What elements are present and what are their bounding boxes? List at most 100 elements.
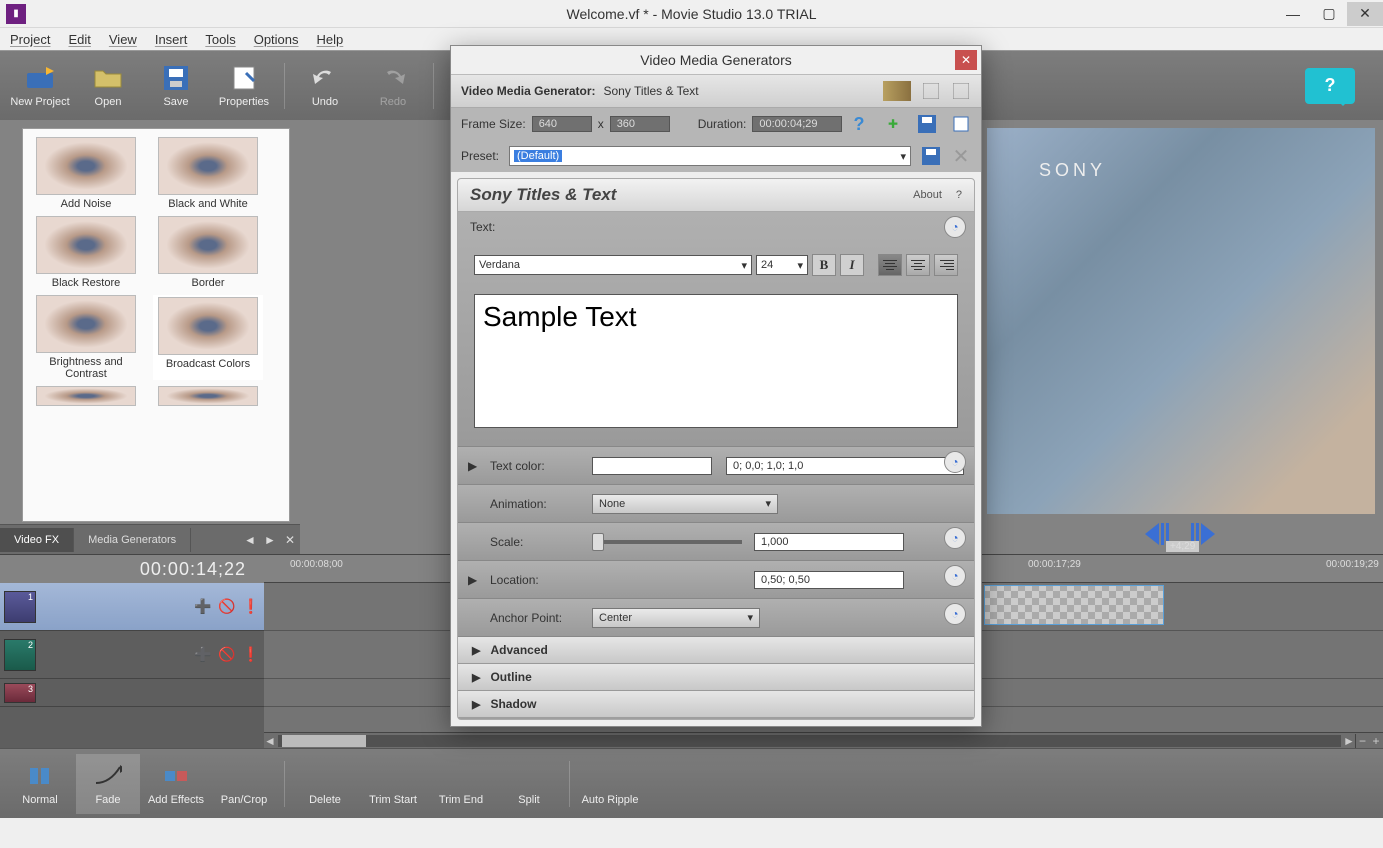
tab-left-arrow[interactable]: ◄ <box>240 526 260 554</box>
save-preset-button[interactable] <box>921 146 941 166</box>
dialog-close-button[interactable]: ✕ <box>955 50 977 70</box>
chain-icon-1[interactable] <box>883 81 911 101</box>
align-left-button[interactable] <box>878 254 902 276</box>
tab-right-arrow[interactable]: ► <box>260 526 280 554</box>
fx-item-bw[interactable]: Black and White <box>153 137 263 210</box>
color-value[interactable]: 0; 0,0; 1,0; 1,0 <box>726 457 964 475</box>
trim-end-button[interactable]: Trim End <box>429 754 493 814</box>
panel-close-icon[interactable]: ✕ <box>280 526 300 554</box>
save-button[interactable]: Save <box>144 56 208 116</box>
track-thumb: 2 <box>4 639 36 671</box>
fx-item-partial[interactable] <box>31 386 141 406</box>
match-icon[interactable] <box>951 114 971 134</box>
anchor-dropdown[interactable]: Center▾ <box>592 608 760 628</box>
menu-help[interactable]: Help <box>317 32 344 47</box>
track-mute-icon[interactable]: ❗ <box>242 646 260 664</box>
minimize-button[interactable]: — <box>1275 2 1311 26</box>
fx-item-border[interactable]: Border <box>153 216 263 289</box>
replace-icon[interactable]: ✚ <box>883 114 903 134</box>
menu-insert[interactable]: Insert <box>155 32 188 47</box>
frame-width-input[interactable] <box>532 116 592 132</box>
slider-knob[interactable] <box>592 533 604 551</box>
dialog-titlebar[interactable]: Video Media Generators ✕ <box>451 46 981 74</box>
track-header-3[interactable]: 3 <box>0 679 264 707</box>
duration-input[interactable] <box>752 116 842 132</box>
text-input[interactable]: Sample Text <box>474 294 958 428</box>
fx-item-broadcast[interactable]: Broadcast Colors <box>153 295 263 380</box>
pan-crop-button[interactable]: Pan/Crop <box>212 754 276 814</box>
keyframe-button[interactable]: ◔ <box>944 527 966 549</box>
delete-button[interactable]: Delete <box>293 754 357 814</box>
menu-edit[interactable]: Edit <box>68 32 90 47</box>
timeline-clip[interactable] <box>984 585 1164 625</box>
frame-height-input[interactable] <box>610 116 670 132</box>
preset-dropdown[interactable]: (Default) ▾ <box>509 146 911 166</box>
fx-item-add-noise[interactable]: Add Noise <box>31 137 141 210</box>
about-link[interactable]: About <box>913 189 942 201</box>
align-center-button[interactable] <box>906 254 930 276</box>
italic-button[interactable]: I <box>840 254 864 276</box>
scrollbar-thumb[interactable] <box>282 735 366 747</box>
scale-slider[interactable] <box>592 540 742 544</box>
new-project-button[interactable]: New Project <box>8 56 72 116</box>
keyframe-button[interactable]: ◔ <box>944 451 966 473</box>
split-button[interactable]: Split <box>497 754 561 814</box>
track-header-1[interactable]: 1 ➕ 🚫 ❗ <box>0 583 264 631</box>
align-right-button[interactable] <box>934 254 958 276</box>
open-button[interactable]: Open <box>76 56 140 116</box>
track-bypass-icon[interactable]: 🚫 <box>218 598 236 616</box>
properties-icon <box>230 64 258 92</box>
text-color-label: Text color: <box>490 459 580 473</box>
expand-arrow-icon[interactable]: ▶ <box>468 573 478 587</box>
expander-shadow[interactable]: ▶Shadow <box>458 691 974 717</box>
fx-item-brightness[interactable]: Brightness and Contrast <box>31 295 141 380</box>
tab-media-generators[interactable]: Media Generators <box>74 528 191 552</box>
close-button[interactable]: ✕ <box>1347 2 1383 26</box>
text-color-row: ▶ Text color: 0; 0,0; 1,0; 1,0 ◔ <box>458 447 974 485</box>
track-mute-icon[interactable]: ❗ <box>242 598 260 616</box>
help-balloon[interactable]: ? <box>1305 68 1355 104</box>
animation-dropdown[interactable]: None▾ <box>592 494 778 514</box>
menu-tools[interactable]: Tools <box>205 32 235 47</box>
save-preset-icon[interactable] <box>917 114 937 134</box>
menu-options[interactable]: Options <box>254 32 299 47</box>
undo-button[interactable]: Undo <box>293 56 357 116</box>
bold-button[interactable]: B <box>812 254 836 276</box>
keyframe-button[interactable]: ◔ <box>944 565 966 587</box>
keyframe-button[interactable]: ◔ <box>944 603 966 625</box>
normal-button[interactable]: Normal <box>8 754 72 814</box>
chain-icon-2[interactable] <box>921 81 941 101</box>
delete-preset-button[interactable]: ✕ <box>951 146 971 166</box>
chain-icon-3[interactable] <box>951 81 971 101</box>
properties-button[interactable]: Properties <box>212 56 276 116</box>
add-effects-button[interactable]: Add Effects <box>144 754 208 814</box>
track-bypass-icon[interactable]: 🚫 <box>218 646 236 664</box>
redo-button[interactable]: Redo <box>361 56 425 116</box>
expander-advanced[interactable]: ▶Advanced <box>458 637 974 664</box>
expand-arrow-icon[interactable]: ▶ <box>468 459 478 473</box>
tab-video-fx[interactable]: Video FX <box>0 528 74 552</box>
timeline-scrollbar[interactable]: ◄ ► − + <box>264 732 1383 748</box>
maximize-button[interactable]: ▢ <box>1311 2 1347 26</box>
track-header-2[interactable]: 2 ➕ 🚫 ❗ <box>0 631 264 679</box>
font-dropdown[interactable]: Verdana▾ <box>474 255 752 275</box>
location-value[interactable]: 0,50; 0,50 <box>754 571 904 589</box>
fade-button[interactable]: Fade <box>76 754 140 814</box>
fx-item-partial[interactable] <box>153 386 263 406</box>
color-swatch[interactable] <box>592 457 712 475</box>
menu-project[interactable]: Project <box>10 32 50 47</box>
expander-outline[interactable]: ▶Outline <box>458 664 974 691</box>
plugin-help-link[interactable]: ? <box>956 189 962 201</box>
keyframe-button[interactable]: ◔ <box>944 216 966 238</box>
timeline-marker[interactable]: +4;29 <box>1166 541 1199 552</box>
auto-ripple-button[interactable]: Auto Ripple <box>578 754 642 814</box>
fx-grid[interactable]: Add Noise Black and White Black Restore … <box>22 128 290 522</box>
trim-start-button[interactable]: Trim Start <box>361 754 425 814</box>
help-icon[interactable]: ? <box>849 114 869 134</box>
track-motion-icon[interactable]: ➕ <box>194 598 212 616</box>
menu-view[interactable]: View <box>109 32 137 47</box>
track-motion-icon[interactable]: ➕ <box>194 646 212 664</box>
fx-item-black-restore[interactable]: Black Restore <box>31 216 141 289</box>
font-size-dropdown[interactable]: 24▾ <box>756 255 808 275</box>
scale-value[interactable]: 1,000 <box>754 533 904 551</box>
